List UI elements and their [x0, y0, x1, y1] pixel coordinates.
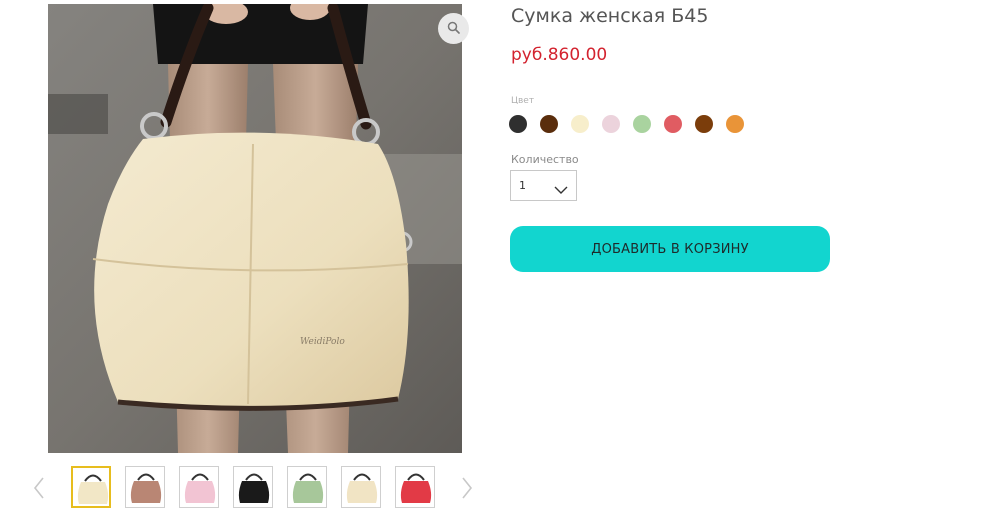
thumbnail-4[interactable] — [233, 466, 273, 508]
color-swatch-brown[interactable] — [695, 115, 713, 133]
add-to-cart-button[interactable]: ДОБАВИТЬ В КОРЗИНУ — [510, 226, 830, 272]
color-swatch-dark-brown[interactable] — [540, 115, 558, 133]
thumbnail-7[interactable] — [395, 466, 435, 508]
color-swatch-orange[interactable] — [726, 115, 744, 133]
quantity-label: Количество — [511, 153, 579, 166]
color-swatch-light-pink[interactable] — [602, 115, 620, 133]
chevron-left-icon — [29, 477, 49, 505]
color-label: Цвет — [511, 96, 535, 104]
thumbnail-1[interactable] — [71, 466, 111, 508]
zoom-button[interactable] — [438, 13, 469, 44]
magnifier-icon — [447, 19, 460, 38]
product-title: Сумка женская Б45 — [511, 5, 709, 27]
color-swatch-red[interactable] — [664, 115, 682, 133]
product-main-image[interactable]: WeidiPolo — [48, 4, 462, 453]
bag-brand-text: WeidiPolo — [300, 337, 345, 347]
chevron-down-icon — [554, 180, 568, 199]
thumbnail-3[interactable] — [179, 466, 219, 508]
next-thumbnail-button[interactable] — [457, 475, 477, 501]
quantity-value: 1 — [519, 179, 526, 192]
color-swatch-black[interactable] — [509, 115, 527, 133]
thumbnail-6[interactable] — [341, 466, 381, 508]
color-swatch-light-green[interactable] — [633, 115, 651, 133]
product-price: руб.860.00 — [511, 45, 608, 65]
prev-thumbnail-button[interactable] — [29, 475, 49, 501]
thumbnail-strip — [24, 465, 484, 511]
color-swatch-cream[interactable] — [571, 115, 589, 133]
quantity-select[interactable]: 1 — [510, 170, 577, 201]
thumbnail-2[interactable] — [125, 466, 165, 508]
chevron-right-icon — [457, 477, 477, 505]
thumbnail-5[interactable] — [287, 466, 327, 508]
